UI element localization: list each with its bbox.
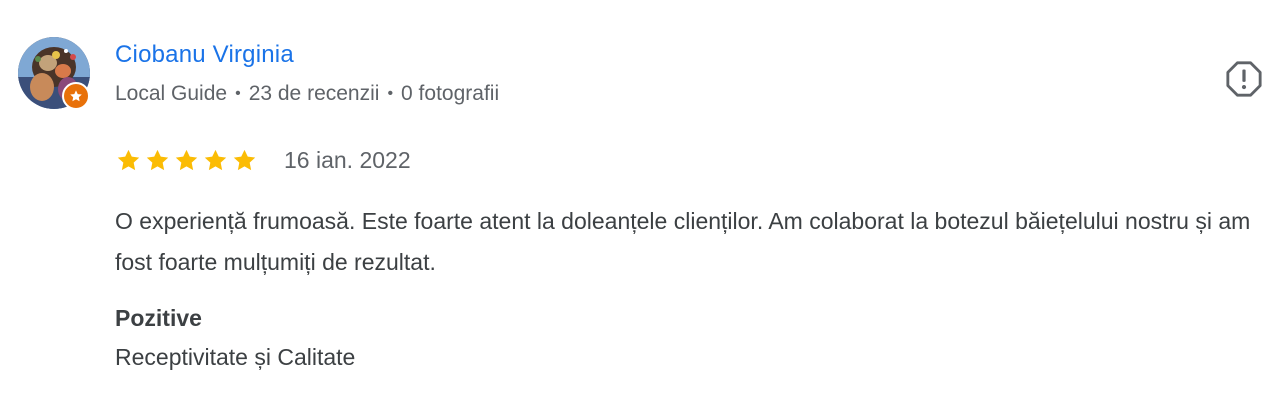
star-icon xyxy=(202,147,229,174)
review-text: O experiență frumoasă. Este foarte atent… xyxy=(115,208,1251,275)
local-guide-star-icon xyxy=(70,90,82,102)
star-rating xyxy=(115,147,258,174)
star-icon xyxy=(231,147,258,174)
review-date: 16 ian. 2022 xyxy=(284,146,411,173)
star-icon xyxy=(115,147,142,174)
meta-separator: • xyxy=(387,85,394,102)
positives-title: Pozitive xyxy=(115,305,202,331)
author-level: Local Guide xyxy=(115,82,228,105)
star-icon xyxy=(144,147,171,174)
reviews-count: 23 de recenzii xyxy=(248,82,380,105)
report-flag-icon xyxy=(1226,61,1262,97)
star-icon xyxy=(173,147,200,174)
author-meta: Local Guide • 23 de recenzii • 0 fotogra… xyxy=(115,82,499,106)
rating-row: 16 ian. 2022 xyxy=(115,143,411,177)
positives-value: Receptivitate și Calitate xyxy=(115,344,356,370)
meta-separator: • xyxy=(235,85,241,102)
photos-count: 0 fotografii xyxy=(401,82,500,105)
report-review-button[interactable] xyxy=(1223,59,1265,99)
local-guide-badge xyxy=(62,82,90,110)
author-name-link[interactable]: Ciobanu Virginia xyxy=(115,41,294,69)
review-card: Ciobanu Virginia Local Guide • 23 de rec… xyxy=(0,0,1288,416)
